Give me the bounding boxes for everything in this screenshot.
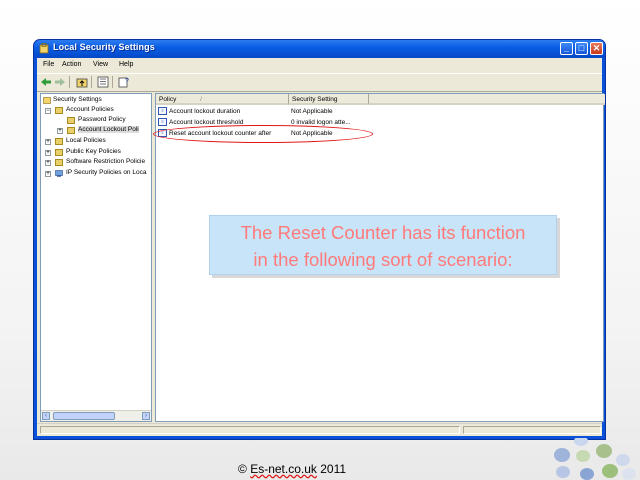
tree-item-local-policies[interactable]: Local Policies (66, 137, 106, 144)
row-policy-name: Account lockout threshold (169, 119, 244, 126)
folder-icon (67, 117, 75, 124)
expand-icon[interactable]: + (45, 139, 51, 145)
show-hide-tree-icon[interactable] (97, 76, 109, 88)
expand-icon[interactable]: + (57, 128, 63, 134)
copyright-footer: © Es-net.co.uk 2011 (238, 462, 346, 476)
close-button[interactable]: ✕ (590, 42, 603, 55)
table-row[interactable]: ≡ Account lockout threshold 0 invalid lo… (156, 117, 603, 128)
expand-icon[interactable]: + (45, 171, 51, 177)
up-folder-icon[interactable] (76, 76, 88, 88)
toolbar-separator (112, 76, 113, 88)
folder-icon (55, 138, 63, 145)
tree-item-ip-security-policies[interactable]: IP Security Policies on Loca (66, 169, 146, 176)
menu-bar: File Action View Help (37, 58, 602, 72)
folder-icon (55, 149, 63, 156)
callout-box: The Reset Counter has its function in th… (209, 215, 557, 275)
decorative-dot (576, 450, 590, 462)
ip-security-icon (55, 170, 63, 177)
policy-icon: ≡ (158, 129, 167, 137)
maximize-icon: □ (578, 43, 585, 53)
policy-icon: ≡ (158, 107, 167, 115)
menu-help[interactable]: Help (119, 61, 133, 68)
toolbar: ? (37, 73, 602, 92)
window-title: Local Security Settings (53, 42, 155, 52)
expand-icon[interactable]: + (45, 150, 51, 156)
maximize-button[interactable]: □ (575, 42, 588, 55)
scroll-right-icon[interactable]: › (142, 412, 150, 420)
toolbar-separator (91, 76, 92, 88)
svg-text:?: ? (125, 78, 129, 85)
sort-indicator-icon: / (200, 96, 202, 103)
decorative-dot (580, 468, 594, 480)
expand-icon[interactable]: + (45, 160, 51, 166)
help-icon[interactable]: ? (118, 76, 130, 88)
folder-icon (55, 159, 63, 166)
column-header-policy[interactable]: Policy / (156, 94, 289, 105)
tree-item-public-key-policies[interactable]: Public Key Policies (66, 148, 121, 155)
security-settings-icon (43, 97, 51, 104)
copyright-year: 2011 (316, 462, 347, 476)
row-setting-value: 0 invalid logon atte... (291, 119, 351, 126)
title-bar[interactable]: Local Security Settings _ □ ✕ (34, 40, 605, 58)
folder-icon (67, 127, 75, 134)
decorative-dot (602, 464, 618, 478)
minimize-icon: _ (563, 43, 569, 53)
decorative-dot (574, 438, 588, 446)
back-arrow-icon[interactable] (40, 76, 52, 88)
decorative-dot (554, 448, 570, 462)
menu-action[interactable]: Action (62, 61, 81, 68)
callout-line-1: The Reset Counter has its function (240, 222, 526, 243)
copyright-prefix: © (238, 462, 251, 476)
status-segment (463, 426, 601, 434)
tree-item-software-restriction-policies[interactable]: Software Restriction Policie (66, 158, 145, 165)
policy-icon: ≡ (158, 118, 167, 126)
tree-item-security-settings[interactable]: Security Settings (53, 96, 102, 103)
tree-item-account-policies[interactable]: Account Policies (66, 106, 114, 113)
collapse-icon[interactable]: − (45, 108, 51, 114)
callout-line-2: in the following sort of scenario: (253, 249, 513, 270)
forward-arrow-icon[interactable] (54, 76, 66, 88)
tree-item-password-policy[interactable]: Password Policy (78, 116, 126, 123)
decorative-dot (616, 454, 630, 466)
row-policy-name: Reset account lockout counter after (169, 130, 272, 137)
toolbar-separator (69, 76, 70, 88)
menu-file[interactable]: File (43, 61, 54, 68)
row-policy-name: Account lockout duration (169, 108, 241, 115)
copyright-site: Es-net.co.uk (250, 462, 317, 476)
column-header-filler (369, 94, 605, 105)
tree-item-account-lockout-policy[interactable]: Account Lockout Poli (78, 126, 139, 133)
console-tree-pane[interactable]: Security Settings − Account Policies Pas… (40, 93, 152, 422)
folder-icon (55, 107, 63, 114)
menu-view[interactable]: View (93, 61, 108, 68)
column-header-policy-label: Policy (159, 96, 177, 103)
column-header-security-setting[interactable]: Security Setting (289, 94, 369, 105)
decorative-dot (556, 466, 570, 478)
row-setting-value: Not Applicable (291, 108, 333, 115)
status-bar (37, 423, 602, 436)
decorative-dots (548, 438, 640, 480)
security-settings-icon (39, 43, 49, 54)
decorative-dot (622, 468, 636, 480)
table-row[interactable]: ≡ Account lockout duration Not Applicabl… (156, 106, 603, 117)
close-icon: ✕ (592, 43, 601, 53)
column-header-setting-label: Security Setting (292, 96, 338, 103)
tree-horizontal-scrollbar[interactable]: ‹ › (41, 410, 151, 421)
status-segment (40, 426, 460, 434)
row-setting-value: Not Applicable (291, 130, 333, 137)
scroll-thumb[interactable] (53, 412, 115, 420)
table-row[interactable]: ≡ Reset account lockout counter after No… (156, 128, 603, 139)
decorative-dot (596, 444, 612, 458)
scroll-left-icon[interactable]: ‹ (42, 412, 50, 420)
minimize-button[interactable]: _ (560, 42, 573, 55)
